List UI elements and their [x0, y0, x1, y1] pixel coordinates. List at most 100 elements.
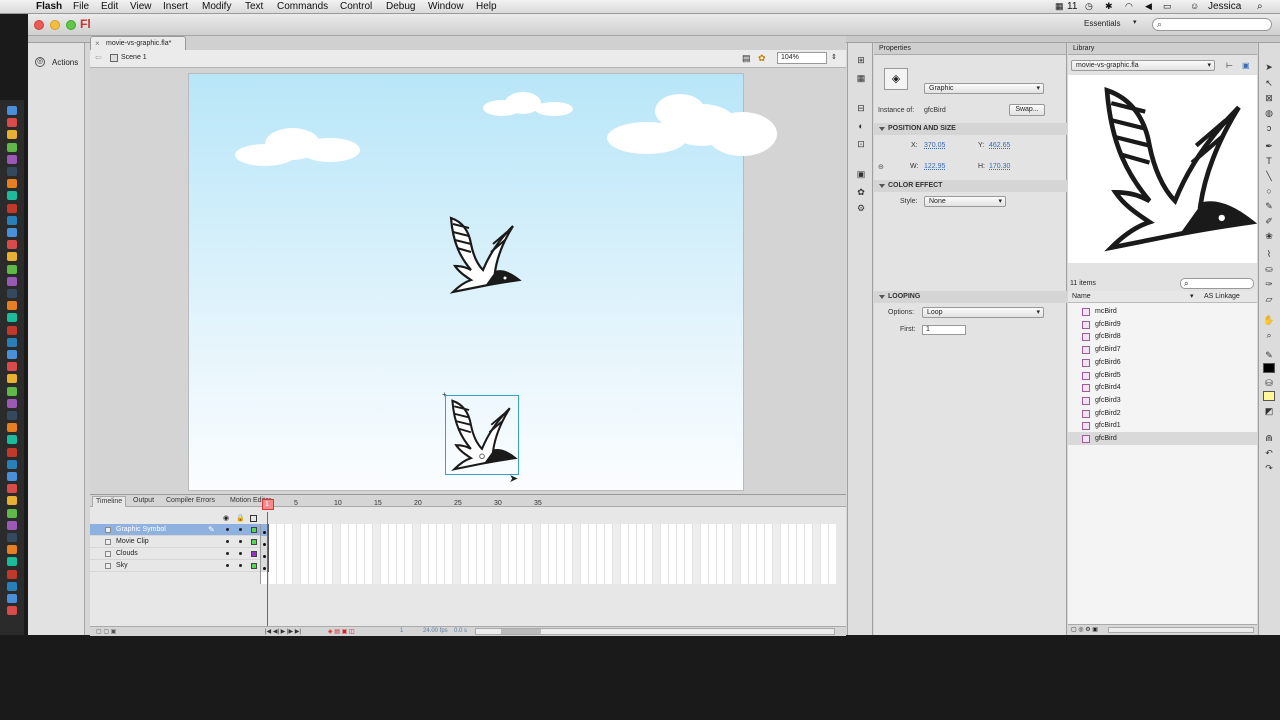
menu-modify[interactable]: Modify [202, 1, 231, 12]
frame-column[interactable] [341, 524, 349, 584]
frame-column[interactable] [557, 524, 565, 584]
dock-app-icon[interactable] [7, 142, 17, 152]
project-panel-icon[interactable]: ⚙ [855, 203, 867, 213]
timeline-scrollbar[interactable] [475, 628, 835, 635]
frame-column[interactable] [653, 524, 661, 584]
hand-tool-icon[interactable]: ✋ [1263, 315, 1275, 325]
library-item[interactable]: gfcBird7 [1068, 343, 1257, 356]
frame-column[interactable] [701, 524, 709, 584]
frame-column[interactable] [269, 524, 277, 584]
menu-debug[interactable]: Debug [386, 1, 415, 12]
frame-column[interactable] [437, 524, 445, 584]
frame-column[interactable] [357, 524, 365, 584]
dock-app-icon[interactable] [7, 179, 17, 189]
new-library-panel-icon[interactable]: ▣ [1242, 61, 1250, 70]
menu-file[interactable]: File [73, 1, 89, 12]
stroke-color-swatch[interactable] [1263, 363, 1275, 373]
subselection-tool-icon[interactable]: ↖ [1263, 78, 1275, 88]
dock-app-icon[interactable] [7, 447, 17, 457]
menu-control[interactable]: Control [340, 1, 372, 12]
frame-column[interactable] [765, 524, 773, 584]
timeline-layer[interactable]: Clouds [90, 548, 260, 560]
layer-lock-dot[interactable] [239, 552, 242, 555]
selection-tool-icon[interactable]: ➤ [1263, 62, 1275, 72]
layer-visibility-dot[interactable] [226, 540, 229, 543]
frame-column[interactable] [469, 524, 477, 584]
frame-column[interactable] [461, 524, 469, 584]
h-value[interactable]: 170.30 [989, 163, 1010, 170]
pin-library-icon[interactable]: ⊢ [1226, 61, 1233, 70]
free-transform-tool-icon[interactable]: ⊠ [1263, 93, 1275, 103]
frame-column[interactable] [581, 524, 589, 584]
y-value[interactable]: 462.65 [989, 142, 1010, 149]
zoom-field[interactable]: 104% [777, 52, 827, 64]
frame-column[interactable] [333, 524, 341, 584]
dock-app-icon[interactable] [7, 203, 17, 213]
outline-all-icon[interactable] [250, 515, 257, 522]
bone-tool-icon[interactable]: ⌇ [1263, 249, 1275, 259]
fill-color-icon[interactable]: ⛁ [1263, 378, 1275, 388]
frame-column[interactable] [453, 524, 461, 584]
smooth-icon[interactable]: ↶ [1263, 448, 1275, 458]
layer-lock-dot[interactable] [239, 528, 242, 531]
frame-column[interactable] [365, 524, 373, 584]
workspace-switcher[interactable]: Essentials [1084, 19, 1120, 28]
frame-column[interactable] [725, 524, 733, 584]
frame-column[interactable] [285, 524, 293, 584]
frame-column[interactable] [509, 524, 517, 584]
dock-app-icon[interactable] [7, 167, 17, 176]
dock-app-icon[interactable] [7, 557, 17, 567]
frame-column[interactable] [621, 524, 629, 584]
dock-app-icon[interactable] [7, 118, 17, 128]
layer-lock-dot[interactable] [239, 564, 242, 567]
library-item[interactable]: mcBird [1068, 305, 1257, 318]
dock-app-icon[interactable] [7, 325, 17, 335]
frame-column[interactable] [549, 524, 557, 584]
frame-grid[interactable] [260, 524, 836, 584]
document-tab[interactable]: × movie-vs-graphic.fla* [90, 36, 186, 50]
x-value[interactable]: 370.05 [924, 142, 945, 149]
dock-app-icon[interactable] [7, 569, 17, 579]
library-item[interactable]: gfcBird9 [1068, 318, 1257, 331]
spotlight-icon[interactable]: ⌕ [1257, 1, 1263, 12]
library-scrollbar[interactable] [1108, 627, 1254, 633]
frame-column[interactable] [781, 524, 789, 584]
frame-column[interactable] [325, 524, 333, 584]
playhead[interactable]: 1 [262, 499, 274, 510]
tab-compiler-errors[interactable]: Compiler Errors [163, 496, 218, 507]
dock-app-icon[interactable] [7, 386, 17, 396]
dock-app-icon[interactable] [7, 520, 17, 530]
menu-help[interactable]: Help [476, 1, 497, 12]
wifi-icon[interactable]: ◠ [1125, 1, 1133, 12]
frame-column[interactable] [805, 524, 813, 584]
back-arrow-icon[interactable]: ⇦ [95, 53, 102, 62]
frame-column[interactable] [413, 524, 421, 584]
lasso-tool-icon[interactable]: ↄ [1263, 123, 1275, 133]
user-name[interactable]: Jessica [1208, 1, 1241, 12]
brush-tool-icon[interactable]: ✐ [1263, 216, 1275, 226]
timeline-layer[interactable]: Graphic Symbol ✎ [90, 524, 260, 536]
style-dropdown[interactable]: None [924, 196, 1006, 207]
library-item[interactable]: gfcBird [1068, 432, 1257, 445]
frame-column[interactable] [629, 524, 637, 584]
library-item[interactable]: gfcBird4 [1068, 381, 1257, 394]
frame-column[interactable] [277, 524, 285, 584]
dock-app-icon[interactable] [7, 398, 17, 408]
dock-app-icon[interactable] [7, 350, 17, 359]
frame-column[interactable] [733, 524, 741, 584]
timeline-layer[interactable]: Sky [90, 560, 260, 572]
eyedropper-tool-icon[interactable]: ✑ [1263, 279, 1275, 289]
menu-app[interactable]: Flash [36, 1, 62, 12]
layer-lock-dot[interactable] [239, 540, 242, 543]
dock-app-icon[interactable] [7, 411, 17, 420]
dock-app-icon[interactable] [7, 545, 17, 555]
dock-app-icon[interactable] [7, 276, 17, 286]
pen-tool-icon[interactable]: ✒ [1263, 141, 1275, 151]
frame-ruler[interactable]: 5 10 15 20 25 30 35 [260, 495, 836, 512]
layer-name[interactable]: Clouds [116, 550, 138, 557]
bluetooth-icon[interactable]: ✱ [1105, 1, 1113, 12]
dock-app-icon[interactable] [7, 374, 17, 384]
frame-column[interactable] [661, 524, 669, 584]
layer-outline-swatch[interactable] [251, 539, 257, 545]
frame-column[interactable] [677, 524, 685, 584]
